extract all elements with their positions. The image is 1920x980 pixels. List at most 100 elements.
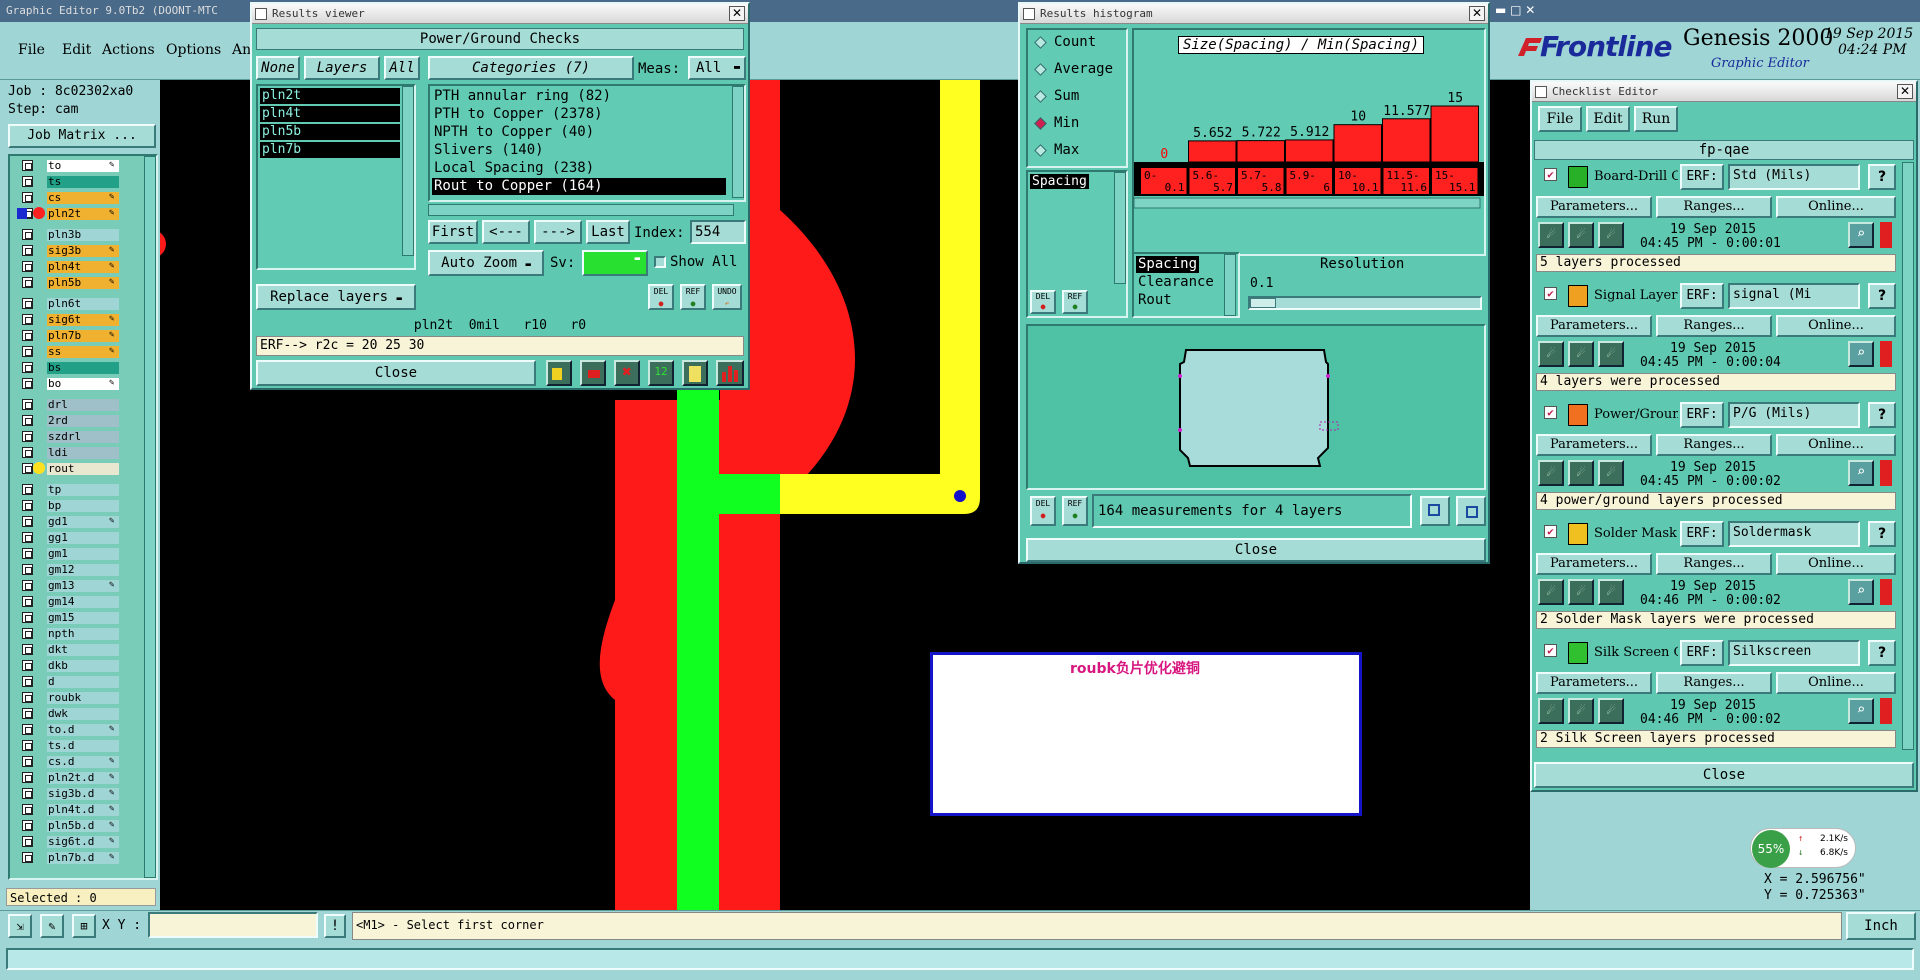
- run-action-icon[interactable]: ☄: [1598, 698, 1624, 724]
- histogram-icon[interactable]: [716, 360, 744, 386]
- hist-bar[interactable]: [1285, 139, 1334, 163]
- parameters-button[interactable]: Parameters...: [1536, 434, 1652, 456]
- layer-row[interactable]: gd1 ✎: [16, 516, 136, 529]
- run-action-icon[interactable]: ☄: [1568, 698, 1594, 724]
- first-button[interactable]: First: [428, 220, 478, 244]
- help-button[interactable]: ?: [1868, 640, 1896, 666]
- ranges-button[interactable]: Ranges...: [1656, 672, 1772, 694]
- layers-button[interactable]: Layers: [304, 56, 380, 80]
- help-button[interactable]: ?: [1868, 283, 1896, 309]
- run-action-icon[interactable]: ☄: [1538, 698, 1564, 724]
- zoom-icon[interactable]: ⌕: [1848, 341, 1874, 367]
- menu-analysis[interactable]: An: [232, 42, 251, 58]
- hist-ref-icon[interactable]: REF ●: [1062, 290, 1088, 314]
- cl-menu-run[interactable]: Run: [1634, 106, 1678, 132]
- sv-select[interactable]: ▬: [582, 250, 648, 276]
- item-name[interactable]: Solder Mask Che: [1594, 526, 1678, 541]
- erf-field[interactable]: Std (Mils): [1728, 164, 1860, 190]
- run-action-icon[interactable]: ☄: [1538, 341, 1564, 367]
- parameters-button[interactable]: Parameters...: [1536, 196, 1652, 218]
- layer-row[interactable]: sig6t.d ✎: [16, 836, 136, 849]
- run-action-icon[interactable]: ☄: [1568, 222, 1594, 248]
- menu-edit[interactable]: Edit: [62, 42, 91, 58]
- layer-row[interactable]: sig3b.d ✎: [16, 788, 136, 801]
- layer-row[interactable]: drl: [16, 399, 136, 412]
- online-button[interactable]: Online...: [1776, 315, 1896, 337]
- close-icon[interactable]: ✕: [1897, 84, 1913, 99]
- erf-field[interactable]: Soldermask: [1728, 521, 1860, 547]
- layer-row[interactable]: pln5b.d ✎: [16, 820, 136, 833]
- layer-checkbox[interactable]: [22, 612, 33, 623]
- layer-row[interactable]: rout: [16, 462, 136, 476]
- rv-close-button[interactable]: Close: [256, 360, 536, 386]
- menu-options[interactable]: Options: [166, 42, 221, 58]
- resolution-slider[interactable]: [1248, 296, 1482, 310]
- layer-row[interactable]: sig3b ✎: [16, 245, 136, 258]
- run-action-icon[interactable]: ☄: [1538, 579, 1564, 605]
- alert-button[interactable]: !: [324, 914, 346, 938]
- snap-tool-1[interactable]: ⇲: [8, 914, 32, 938]
- layer-checkbox[interactable]: [22, 160, 33, 171]
- rv-layer-item[interactable]: pln2t: [260, 88, 400, 104]
- layer-checkbox[interactable]: [22, 330, 33, 341]
- highlight-icon[interactable]: [546, 360, 572, 386]
- show-all-checkbox[interactable]: [654, 256, 666, 268]
- online-button[interactable]: Online...: [1776, 553, 1896, 575]
- item-name[interactable]: Power/Ground C: [1594, 407, 1678, 422]
- cl-menu-file[interactable]: File: [1538, 106, 1582, 132]
- layer-row[interactable]: dwk: [16, 708, 136, 721]
- layer-checkbox[interactable]: [22, 484, 33, 495]
- layer-checkbox[interactable]: [22, 564, 33, 575]
- last-button[interactable]: Last: [586, 220, 630, 244]
- layer-row[interactable]: pln7b.d ✎: [16, 852, 136, 865]
- item-checkbox[interactable]: ✔: [1544, 644, 1557, 657]
- ranges-button[interactable]: Ranges...: [1656, 434, 1772, 456]
- rv-layer-item[interactable]: pln7b: [260, 142, 400, 158]
- zoom-icon[interactable]: ⌕: [1848, 698, 1874, 724]
- cl-close-button[interactable]: Close: [1534, 762, 1914, 788]
- item-checkbox[interactable]: ✔: [1544, 287, 1557, 300]
- layer-checkbox[interactable]: [22, 176, 33, 187]
- hist-option[interactable]: Average: [1032, 61, 1124, 81]
- layer-checkbox[interactable]: [22, 261, 33, 272]
- layer-row[interactable]: pln5b ✎: [16, 277, 136, 290]
- layer-checkbox[interactable]: [22, 431, 33, 442]
- layer-checkbox[interactable]: [22, 378, 33, 389]
- snap-tool-2[interactable]: ✎: [40, 914, 64, 938]
- erf-field[interactable]: Silkscreen: [1728, 640, 1860, 666]
- layer-row[interactable]: cs.d ✎: [16, 756, 136, 769]
- rv-layer-scroll[interactable]: [402, 86, 414, 256]
- none-button[interactable]: None: [256, 56, 300, 80]
- layer-checkbox[interactable]: [22, 245, 33, 256]
- item-name[interactable]: Board-Drill Che: [1594, 169, 1678, 184]
- categories-button[interactable]: Categories (7): [428, 56, 634, 80]
- item-name[interactable]: Signal Layer Ch: [1594, 288, 1678, 303]
- run-action-icon[interactable]: ☄: [1538, 222, 1564, 248]
- layer-checkbox[interactable]: [22, 724, 33, 735]
- layer-row[interactable]: d: [16, 676, 136, 689]
- zoom-to-icon[interactable]: [1420, 496, 1450, 526]
- layer-row[interactable]: ldi: [16, 447, 136, 460]
- number-icon[interactable]: 12: [648, 360, 674, 386]
- item-checkbox[interactable]: ✔: [1544, 525, 1557, 538]
- layer-checkbox[interactable]: [22, 277, 33, 288]
- parameters-button[interactable]: Parameters...: [1536, 553, 1652, 575]
- layer-list-scrollbar[interactable]: [144, 156, 156, 878]
- layer-row[interactable]: bo ✎: [16, 378, 136, 391]
- replace-layers-select[interactable]: Replace layers ▬: [256, 284, 416, 310]
- hist-meas-item[interactable]: Spacing: [1136, 256, 1200, 273]
- layer-checkbox[interactable]: [22, 516, 33, 527]
- close-icon[interactable]: ✕: [729, 6, 745, 21]
- checklist-titlebar[interactable]: Checklist Editor ✕: [1532, 82, 1916, 102]
- undo-icon[interactable]: UNDO ↶: [712, 284, 742, 310]
- meas-select[interactable]: All ▬: [688, 56, 746, 80]
- help-button[interactable]: ?: [1868, 521, 1896, 547]
- hist-option[interactable]: Min: [1032, 115, 1124, 135]
- layer-row[interactable]: tp: [16, 484, 136, 497]
- layer-row[interactable]: 2rd: [16, 415, 136, 428]
- layer-checkbox[interactable]: [22, 463, 33, 474]
- layer-row[interactable]: ts: [16, 176, 136, 189]
- erf-field[interactable]: signal (Mi: [1728, 283, 1860, 309]
- layer-checkbox[interactable]: [22, 788, 33, 799]
- layer-row[interactable]: to ✎: [16, 160, 136, 173]
